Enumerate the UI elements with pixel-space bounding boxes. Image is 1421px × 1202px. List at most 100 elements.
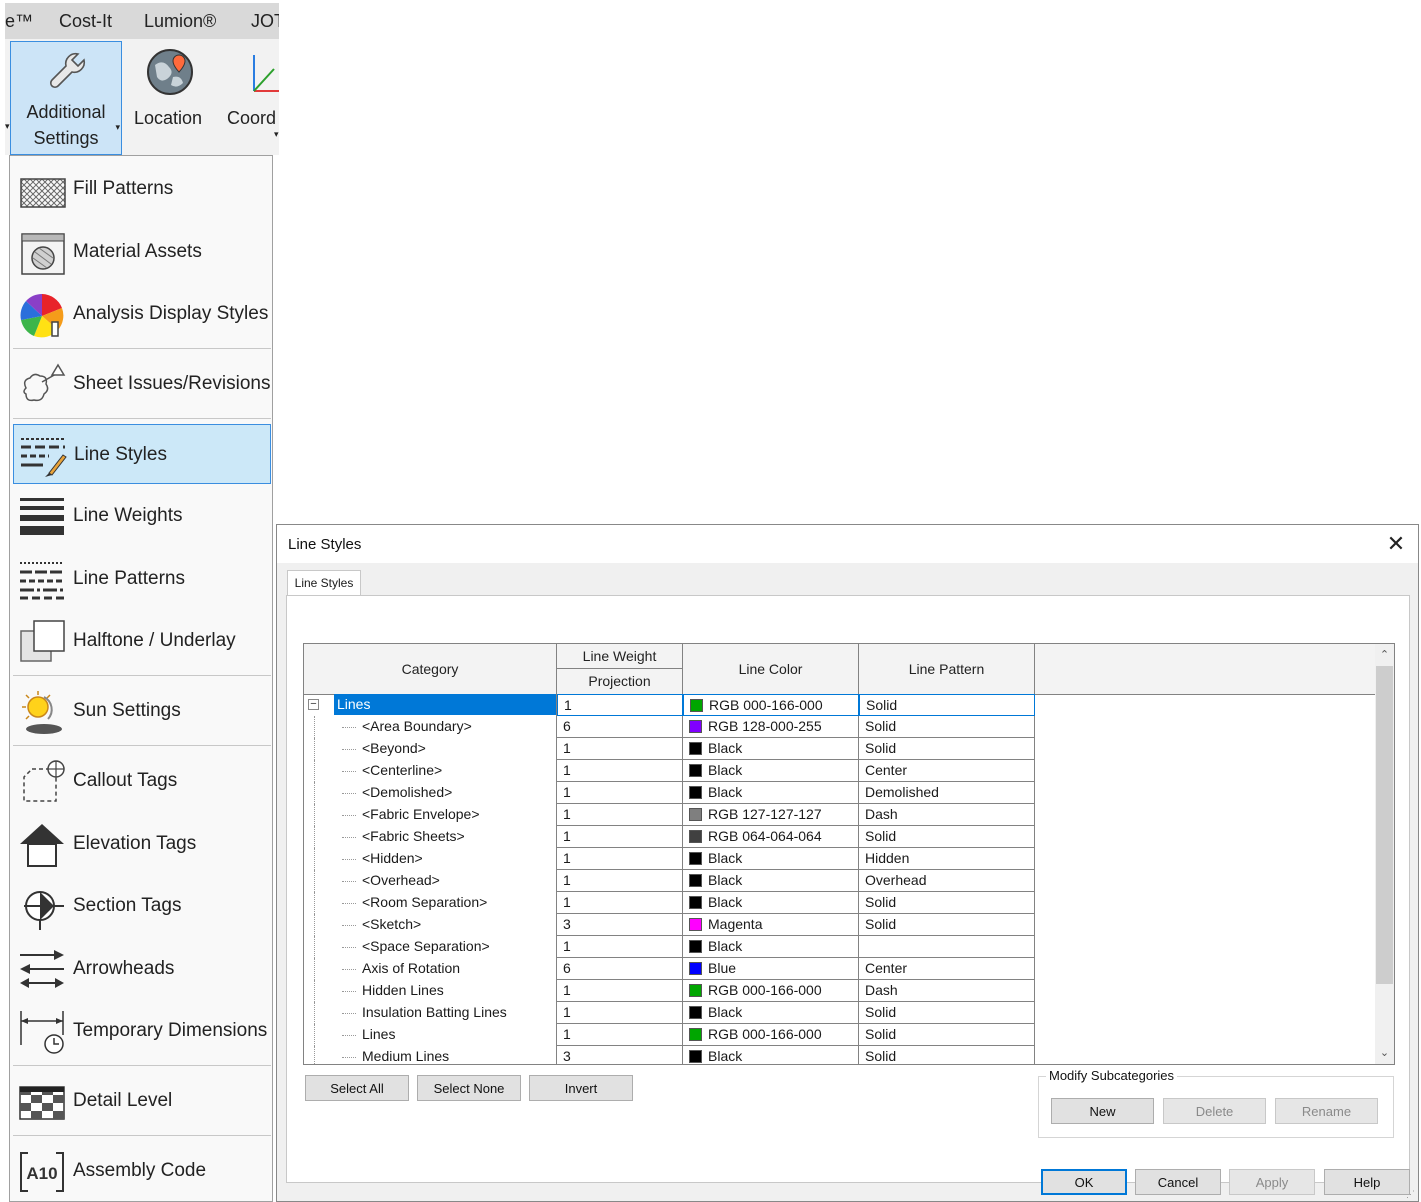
ribbon-tab-cost-it[interactable]: Cost-It: [59, 11, 112, 32]
table-row[interactable]: <Area Boundary> 6 RGB 128-000-255 Solid: [304, 716, 1376, 738]
line-color-cell[interactable]: Black: [683, 1002, 859, 1024]
category-cell[interactable]: <Centerline>: [304, 760, 557, 782]
line-weight-cell[interactable]: 1: [557, 980, 683, 1002]
close-icon[interactable]: ✕: [1382, 531, 1410, 557]
coordinates-button[interactable]: Coord ▾: [220, 41, 279, 155]
line-color-cell[interactable]: Black: [683, 760, 859, 782]
menu-item-sheet-issues-revisions[interactable]: Sheet Issues/Revisions: [13, 354, 271, 414]
line-pattern-cell[interactable]: Solid: [859, 1046, 1035, 1064]
table-row[interactable]: <Demolished> 1 Black Demolished: [304, 782, 1376, 804]
select-none-button[interactable]: Select None: [417, 1075, 521, 1101]
line-pattern-cell[interactable]: [859, 936, 1035, 958]
table-row[interactable]: <Space Separation> 1 Black: [304, 936, 1376, 958]
table-row[interactable]: <Centerline> 1 Black Center: [304, 760, 1376, 782]
menu-item-temporary-dimensions[interactable]: Temporary Dimensions: [13, 1001, 271, 1061]
column-header-line-weight[interactable]: Line Weight: [557, 644, 683, 669]
table-row[interactable]: Axis of Rotation 6 Blue Center: [304, 958, 1376, 980]
scrollbar-thumb[interactable]: [1376, 666, 1393, 984]
line-color-cell[interactable]: Black: [683, 892, 859, 914]
ok-button[interactable]: OK: [1041, 1169, 1127, 1195]
vertical-scrollbar[interactable]: ⌃ ⌄: [1375, 644, 1394, 1064]
apply-button[interactable]: Apply: [1229, 1169, 1315, 1195]
column-header-line-color[interactable]: Line Color: [683, 644, 859, 694]
column-header-line-pattern[interactable]: Line Pattern: [859, 644, 1035, 694]
menu-item-section-tags[interactable]: Section Tags: [13, 876, 271, 936]
table-row[interactable]: Lines 1 RGB 000-166-000 Solid: [304, 1024, 1376, 1046]
table-row[interactable]: <Overhead> 1 Black Overhead: [304, 870, 1376, 892]
tab-line-styles[interactable]: Line Styles: [287, 570, 361, 596]
line-weight-cell[interactable]: 1: [557, 782, 683, 804]
table-row[interactable]: − Lines 1 RGB 000-166-000 Solid: [304, 694, 1376, 716]
line-color-cell[interactable]: Black: [683, 936, 859, 958]
line-color-cell[interactable]: Black: [683, 848, 859, 870]
line-weight-cell[interactable]: 1: [557, 936, 683, 958]
menu-item-elevation-tags[interactable]: Elevation Tags: [13, 814, 271, 874]
ribbon-tab-jot[interactable]: JOT: [251, 11, 279, 32]
menu-item-halftone-underlay[interactable]: Halftone / Underlay: [13, 611, 271, 671]
line-pattern-cell[interactable]: Dash: [859, 804, 1035, 826]
line-weight-cell[interactable]: 1: [557, 1024, 683, 1046]
delete-button[interactable]: Delete: [1163, 1098, 1266, 1124]
table-row[interactable]: Hidden Lines 1 RGB 000-166-000 Dash: [304, 980, 1376, 1002]
line-pattern-cell[interactable]: Overhead: [859, 870, 1035, 892]
menu-item-fill-patterns[interactable]: Fill Patterns: [13, 159, 271, 219]
menu-item-line-styles[interactable]: Line Styles: [13, 424, 271, 484]
line-color-cell[interactable]: Black: [683, 738, 859, 760]
column-header-category[interactable]: Category: [304, 644, 557, 694]
line-pattern-cell[interactable]: Center: [859, 760, 1035, 782]
category-cell[interactable]: <Fabric Envelope>: [304, 804, 557, 826]
line-pattern-cell[interactable]: Center: [859, 958, 1035, 980]
menu-item-analysis-display-styles[interactable]: Analysis Display Styles: [13, 284, 271, 344]
line-weight-cell[interactable]: 1: [557, 848, 683, 870]
table-row[interactable]: <Fabric Envelope> 1 RGB 127-127-127 Dash: [304, 804, 1376, 826]
menu-item-arrowheads[interactable]: Arrowheads: [13, 939, 271, 999]
select-all-button[interactable]: Select All: [305, 1075, 409, 1101]
category-cell[interactable]: Hidden Lines: [304, 980, 557, 1002]
category-cell[interactable]: <Area Boundary>: [304, 716, 557, 738]
line-pattern-cell[interactable]: Solid: [859, 914, 1035, 936]
line-color-cell[interactable]: RGB 128-000-255: [683, 716, 859, 738]
table-row[interactable]: <Hidden> 1 Black Hidden: [304, 848, 1376, 870]
line-color-cell[interactable]: Black: [683, 782, 859, 804]
line-pattern-cell[interactable]: Solid: [859, 738, 1035, 760]
category-cell[interactable]: <Space Separation>: [304, 936, 557, 958]
line-weight-cell[interactable]: 1: [557, 738, 683, 760]
line-pattern-cell[interactable]: Demolished: [859, 782, 1035, 804]
line-weight-cell[interactable]: 1: [557, 760, 683, 782]
line-color-cell[interactable]: RGB 000-166-000: [683, 694, 859, 716]
category-cell[interactable]: <Hidden>: [304, 848, 557, 870]
line-weight-cell[interactable]: 6: [557, 716, 683, 738]
line-pattern-cell[interactable]: Solid: [859, 892, 1035, 914]
location-button[interactable]: Location: [128, 41, 208, 155]
line-pattern-cell[interactable]: Dash: [859, 980, 1035, 1002]
line-pattern-cell[interactable]: Hidden: [859, 848, 1035, 870]
rename-button[interactable]: Rename: [1275, 1098, 1378, 1124]
line-color-cell[interactable]: Blue: [683, 958, 859, 980]
collapse-icon[interactable]: −: [308, 699, 319, 710]
line-weight-cell[interactable]: 1: [557, 1002, 683, 1024]
category-cell[interactable]: <Sketch>: [304, 914, 557, 936]
resize-grip-icon[interactable]: ⋰: [1406, 1189, 1416, 1199]
column-header-projection[interactable]: Projection: [557, 669, 683, 694]
menu-item-line-weights[interactable]: Line Weights: [13, 486, 271, 546]
line-color-cell[interactable]: RGB 000-166-000: [683, 980, 859, 1002]
line-weight-cell[interactable]: 1: [557, 694, 683, 716]
line-color-cell[interactable]: Magenta: [683, 914, 859, 936]
category-cell[interactable]: <Room Separation>: [304, 892, 557, 914]
category-cell[interactable]: <Overhead>: [304, 870, 557, 892]
table-row[interactable]: <Sketch> 3 Magenta Solid: [304, 914, 1376, 936]
table-row[interactable]: <Fabric Sheets> 1 RGB 064-064-064 Solid: [304, 826, 1376, 848]
table-row[interactable]: <Room Separation> 1 Black Solid: [304, 892, 1376, 914]
line-color-cell[interactable]: RGB 000-166-000: [683, 1024, 859, 1046]
ribbon-tab-lumion[interactable]: Lumion®: [144, 11, 216, 32]
menu-item-sun-settings[interactable]: Sun Settings: [13, 681, 271, 741]
menu-item-material-assets[interactable]: Material Assets: [13, 222, 271, 282]
line-pattern-cell[interactable]: Solid: [859, 716, 1035, 738]
line-weight-cell[interactable]: 1: [557, 804, 683, 826]
line-color-cell[interactable]: Black: [683, 1046, 859, 1064]
table-row[interactable]: <Beyond> 1 Black Solid: [304, 738, 1376, 760]
category-cell[interactable]: Insulation Batting Lines: [304, 1002, 557, 1024]
line-pattern-cell[interactable]: Solid: [859, 694, 1035, 716]
category-cell[interactable]: Axis of Rotation: [304, 958, 557, 980]
menu-item-line-patterns[interactable]: Line Patterns: [13, 549, 271, 609]
